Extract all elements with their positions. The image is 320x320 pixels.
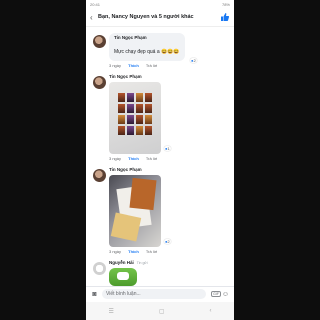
comment-text: Mực chạy đẹp quá a 😆😆😆	[114, 49, 180, 55]
status-battery: 78%	[221, 1, 230, 7]
system-nav-bar: ☰ ▢ ‹	[86, 302, 234, 320]
comment-photo[interactable]	[109, 82, 161, 154]
comment-photo[interactable]	[109, 175, 161, 247]
comment-item: Tin Ngọc Phạm Mực chạy đẹp quá a 😆😆😆 ●2 …	[90, 33, 230, 68]
phone-screen: 20:41 78% ‹ Bạn, Nancy Nguyen và 5 người…	[86, 0, 234, 320]
avatar[interactable]	[93, 35, 106, 48]
right-backdrop	[234, 0, 320, 320]
comment-item: Nguyễn Hải Tin gửi	[90, 260, 230, 286]
avatar[interactable]	[93, 262, 106, 275]
photo-content	[118, 93, 153, 135]
reactors-title[interactable]: Bạn, Nancy Nguyen và 5 người khác	[98, 14, 220, 20]
photo-content	[129, 177, 157, 211]
sending-status: Tin gửi	[136, 261, 148, 265]
comment-bubble[interactable]: Tin Ngọc Phạm Mực chạy đẹp quá a 😆😆😆 ●2	[109, 33, 197, 63]
home-icon[interactable]: ▢	[159, 308, 165, 315]
comment-input-bar: ◙ Viết bình luận... GIF ☺	[86, 286, 234, 301]
like-link[interactable]: Thích	[128, 156, 139, 161]
status-bar: 20:41 78%	[86, 0, 234, 8]
reply-link[interactable]: Trả lời	[146, 63, 157, 68]
comment-author[interactable]: Nguyễn Hải Tin gửi	[109, 260, 230, 265]
reaction-badge[interactable]: ●2	[164, 239, 171, 244]
comment-author-name[interactable]: Nguyễn Hải	[109, 260, 134, 265]
avatar[interactable]	[93, 169, 106, 182]
photo-content	[110, 212, 142, 242]
arrow-left-icon[interactable]: ‹	[90, 13, 98, 22]
camera-icon[interactable]: ◙	[90, 291, 99, 298]
comment-time: 3 ngày	[109, 156, 122, 161]
comment-meta: 3 ngày Thích Trả lời	[109, 156, 230, 161]
left-backdrop	[0, 0, 86, 320]
sending-sticker	[109, 268, 137, 286]
like-link[interactable]: Thích	[128, 249, 139, 254]
comment-author[interactable]: Tin Ngọc Phạm	[109, 167, 230, 172]
comment-meta: 3 ngày Thích Trả lời	[109, 249, 230, 254]
comment-time: 3 ngày	[109, 63, 122, 68]
reaction-count: 2	[193, 58, 196, 63]
status-time: 20:41	[90, 1, 101, 7]
recent-apps-icon[interactable]: ☰	[108, 308, 113, 315]
comment-item: Tin Ngọc Phạm ●2 3 ngày Thích Trả lời	[90, 167, 230, 254]
comment-time: 3 ngày	[109, 249, 122, 254]
comment-meta: 3 ngày Thích Trả lời	[109, 63, 230, 68]
reply-link[interactable]: Trả lời	[146, 249, 157, 254]
gif-button[interactable]: GIF	[211, 291, 221, 297]
reaction-count: 1	[167, 146, 170, 151]
like-link[interactable]: Thích	[128, 63, 139, 68]
comment-author[interactable]: Tin Ngọc Phạm	[114, 35, 180, 40]
comment-input[interactable]: Viết bình luận...	[102, 289, 207, 299]
avatar[interactable]	[93, 76, 106, 89]
reaction-badge[interactable]: ●2	[190, 58, 197, 63]
reaction-badge[interactable]: ●1	[164, 146, 171, 151]
post-header: ‹ Bạn, Nancy Nguyen và 5 người khác	[86, 8, 234, 27]
thumbs-up-icon[interactable]	[220, 12, 230, 22]
comment-item: Tin Ngọc Phạm ●1 3 ngày Thích Trả lời	[90, 74, 230, 161]
back-icon[interactable]: ‹	[209, 308, 211, 314]
emoji-icon[interactable]: ☺	[221, 291, 230, 298]
reaction-count: 2	[167, 239, 170, 244]
reply-link[interactable]: Trả lời	[146, 156, 157, 161]
comment-author[interactable]: Tin Ngọc Phạm	[109, 74, 230, 79]
comment-feed: Tin Ngọc Phạm Mực chạy đẹp quá a 😆😆😆 ●2 …	[86, 33, 234, 286]
